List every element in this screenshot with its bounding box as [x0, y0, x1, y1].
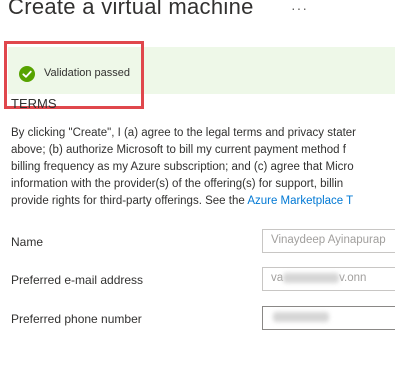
redacted-blur: [283, 272, 340, 283]
terms-line: billing frequency as my Azure subscripti…: [11, 161, 354, 173]
phone-label: Preferred phone number: [11, 312, 142, 326]
terms-line-prefix: provide rights for third-party offerings…: [11, 195, 248, 207]
terms-line: information with the provider(s) of the …: [11, 178, 344, 190]
email-label: Preferred e-mail address: [11, 273, 144, 287]
phone-field[interactable]: [262, 306, 395, 330]
email-suffix: v.onn: [339, 272, 367, 284]
validation-status-text: Validation passed: [44, 67, 131, 79]
terms-heading: TERMS: [11, 96, 57, 111]
email-prefix: va: [271, 272, 284, 284]
page-title: Create a virtual machine: [8, 0, 254, 19]
terms-text: By clicking "Create", I (a) agree to the…: [11, 125, 395, 210]
azure-marketplace-terms-link[interactable]: Azure Marketplace T: [247, 195, 353, 207]
terms-line: above; (b) authorize Microsoft to bill m…: [11, 144, 346, 156]
name-field[interactable]: Vinaydeep Ayinapurap: [262, 229, 395, 253]
redacted-blur: [273, 311, 329, 322]
terms-line: provide rights for third-party offerings…: [11, 193, 395, 210]
email-field[interactable]: va v.onn: [262, 267, 395, 291]
check-circle-icon: [19, 66, 35, 82]
more-options-icon[interactable]: ···: [291, 0, 308, 16]
name-label: Name: [11, 235, 44, 249]
terms-line: By clicking "Create", I (a) agree to the…: [11, 127, 357, 139]
